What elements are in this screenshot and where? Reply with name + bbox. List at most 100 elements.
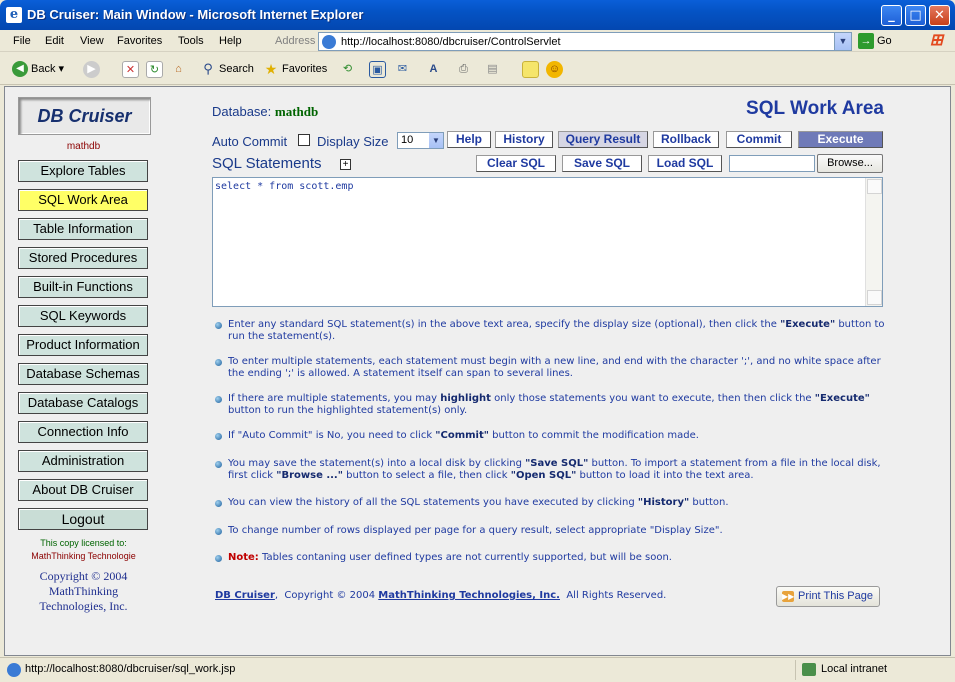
menu-favorites[interactable]: Favorites [117,35,162,47]
refresh-icon[interactable]: ↻ [146,61,163,78]
list-item: If there are multiple statements, you ma… [215,393,885,417]
nav-sql-keywords[interactable]: SQL Keywords [18,305,148,327]
display-size-select[interactable]: 10 ▼ [397,132,444,149]
toolbar: ◀ Back ▾ ▶ ✕ ↻ ⌂ ⚲ Search ★ Favorites ⟲ ▣ ✉… [0,53,955,85]
footer-company-link[interactable]: MathThinking Technologies, Inc. [378,590,560,601]
address-dropdown[interactable]: ▼ [834,33,851,50]
menu-file[interactable]: File [13,35,31,47]
tip-text: button to load it into the text area. [576,470,754,481]
load-sql-button[interactable]: Load SQL [648,155,722,172]
commit-button[interactable]: Commit [726,131,792,148]
browser-viewport: DB Cruiser mathdb Explore Tables SQL Wor… [4,86,951,656]
page-title: SQL Work Area [746,98,884,119]
nav-administration[interactable]: Administration [18,450,148,472]
print-page-button[interactable]: ▶▶ Print This Page [776,586,880,607]
maximize-button[interactable]: □ [905,5,926,26]
nav-about-db-cruiser[interactable]: About DB Cruiser [18,479,148,501]
query-result-button[interactable]: Query Result [558,131,648,148]
font-size-icon[interactable]: A [425,61,442,78]
nav-built-in-functions[interactable]: Built-in Functions [18,276,148,298]
search-button[interactable]: ⚲ Search [200,61,254,77]
tip-emphasis: "Commit" [435,430,489,441]
help-button[interactable]: Help [447,131,491,148]
address-bar[interactable]: http://localhost:8080/dbcruiser/ControlS… [318,32,852,51]
minimize-button[interactable]: _ [881,5,902,26]
nav-explore-tables[interactable]: Explore Tables [18,160,148,182]
auto-commit-checkbox[interactable] [298,134,310,146]
star-icon: ★ [264,61,278,77]
notes-icon[interactable] [522,61,539,78]
bullet-icon [215,359,222,366]
close-button[interactable]: ✕ [929,5,950,26]
app-logo[interactable]: DB Cruiser [18,97,151,135]
bullet-icon [215,322,222,329]
tip-emphasis: "Execute" [780,319,836,330]
nav-table-information[interactable]: Table Information [18,218,148,240]
go-button[interactable]: → Go [858,33,892,49]
database-label-text: Database: [212,104,272,119]
back-label: Back [31,62,56,75]
execute-button[interactable]: Execute [798,131,883,148]
display-size-label: Display Size [317,134,389,149]
media-icon[interactable]: ▣ [369,61,386,78]
back-button[interactable]: ◀ Back ▾ [12,61,64,77]
file-path-input[interactable] [729,155,815,172]
stop-icon[interactable]: ✕ [122,61,139,78]
go-arrow-icon: → [858,33,874,49]
note-label: Note: [228,552,259,563]
print-icon[interactable]: ⎙ [455,61,472,78]
footer-rights: All Rights Reserved. [559,590,667,601]
security-zone: Local intranet [795,660,945,680]
nav-product-information[interactable]: Product Information [18,334,148,356]
sidebar-db-name: mathdb [66,141,101,152]
tip-emphasis: "Open SQL" [510,470,577,481]
history-icon[interactable]: ⟲ [339,61,356,78]
list-item: To change number of rows displayed per p… [215,525,885,537]
textarea-scrollbar[interactable] [865,178,882,306]
forward-arrows-icon: ▶▶ [782,591,795,602]
mail-icon[interactable]: ✉ [394,61,411,78]
copyright-line: MathThinking [48,584,119,598]
footer-product-link[interactable]: DB Cruiser [215,590,275,601]
home-icon[interactable]: ⌂ [170,61,187,78]
list-item: If "Auto Commit" is No, you need to clic… [215,430,885,442]
title-bar: e DB Cruiser: Main Window - Microsoft In… [0,0,955,30]
scroll-down-icon[interactable] [867,290,882,305]
menu-edit[interactable]: Edit [45,35,64,47]
expand-icon[interactable]: + [340,159,351,170]
page-status-icon [7,663,21,677]
sidebar-copyright: Copyright © 2004 MathThinking Technologi… [5,569,162,614]
menu-view[interactable]: View [80,35,104,47]
favorites-button[interactable]: ★ Favorites [263,61,328,77]
tip-text: button to run the highlighted statement(… [228,405,468,416]
nav-database-schemas[interactable]: Database Schemas [18,363,148,385]
scroll-up-icon[interactable] [867,179,882,194]
clear-sql-button[interactable]: Clear SQL [476,155,556,172]
messenger-icon[interactable]: ☺ [546,61,563,78]
search-icon: ⚲ [203,61,213,76]
menu-help[interactable]: Help [219,35,242,47]
menu-tools[interactable]: Tools [178,35,204,47]
forward-button[interactable]: ▶ [83,61,100,78]
sql-textarea[interactable]: select * from scott.emp [212,177,883,307]
save-sql-button[interactable]: Save SQL [562,155,642,172]
back-arrow-icon: ◀ [12,61,28,77]
browse-button[interactable]: Browse... [817,154,883,173]
nav-database-catalogs[interactable]: Database Catalogs [18,392,148,414]
tip-text: button. [689,497,729,508]
nav-stored-procedures[interactable]: Stored Procedures [18,247,148,269]
logout-button[interactable]: Logout [18,508,148,530]
auto-commit-label: Auto Commit [212,134,288,149]
tip-text: button to select a file, then click [342,470,511,481]
rollback-button[interactable]: Rollback [653,131,719,148]
main-content: Database: mathdb SQL Work Area Auto Comm… [162,87,947,655]
edit-icon[interactable]: ▤ [484,61,501,78]
license-label: This copy licensed to: [40,538,127,548]
window-title: DB Cruiser: Main Window - Microsoft Inte… [27,7,364,22]
zone-label: Local intranet [821,663,888,675]
database-value: mathdb [274,104,319,119]
nav-sql-work-area[interactable]: SQL Work Area [18,189,148,211]
history-button[interactable]: History [495,131,553,148]
list-item: Enter any standard SQL statement(s) in t… [215,319,885,343]
nav-connection-info[interactable]: Connection Info [18,421,148,443]
